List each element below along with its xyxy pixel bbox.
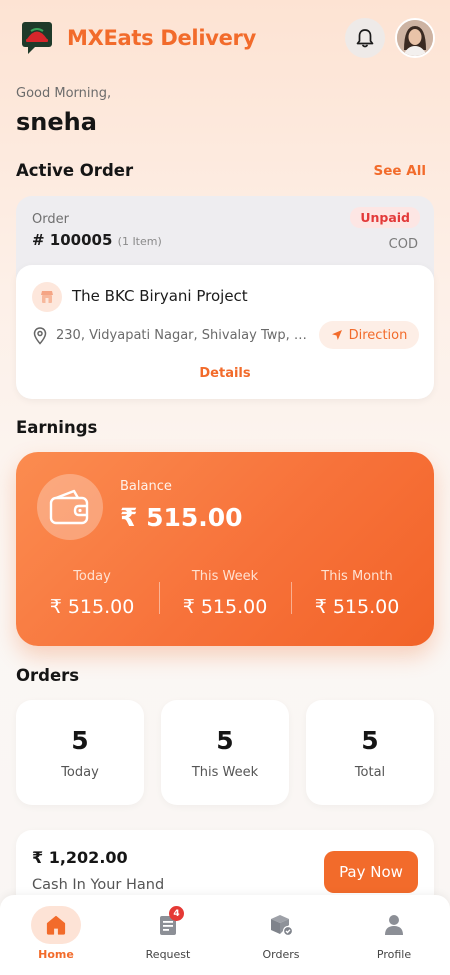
earnings-month: This Month ₹ 515.00 (292, 569, 422, 618)
earnings-today: Today ₹ 515.00 (27, 569, 157, 618)
location-pin-icon (33, 327, 47, 349)
orders-week-card[interactable]: 5 This Week (161, 700, 289, 805)
orders-box-icon (256, 906, 306, 944)
payment-method: COD (388, 237, 418, 252)
earnings-today-label: Today (73, 569, 111, 584)
balance-label: Balance (120, 479, 172, 494)
active-order-title: Active Order (16, 161, 134, 180)
cash-label: Cash In Your Hand (32, 877, 165, 893)
direction-button[interactable]: Direction (319, 321, 419, 349)
earnings-week: This Week ₹ 515.00 (160, 569, 290, 618)
earnings-title: Earnings (16, 418, 98, 437)
nav-orders[interactable]: Orders (225, 895, 337, 975)
balance-value: ₹ 515.00 (120, 503, 243, 532)
earnings-card: Balance ₹ 515.00 Today ₹ 515.00 This Wee… (16, 452, 434, 646)
nav-profile[interactable]: Profile (338, 895, 450, 975)
wallet-icon (37, 474, 103, 540)
order-details-panel: The BKC Biryani Project 230, Vidyapati N… (16, 265, 434, 399)
orders-title: Orders (16, 666, 80, 685)
nav-request[interactable]: 4 Request (112, 895, 224, 975)
orders-total-card[interactable]: 5 Total (306, 700, 434, 805)
nav-home-label: Home (38, 948, 74, 961)
orders-today-count: 5 (71, 726, 89, 755)
orders-week-count: 5 (216, 726, 234, 755)
payment-status-badge: Unpaid (350, 207, 420, 228)
orders-today-label: Today (61, 765, 99, 780)
navigation-arrow-icon (331, 330, 342, 340)
app-title: MXEats Delivery (67, 26, 257, 50)
pay-now-button[interactable]: Pay Now (324, 851, 418, 893)
order-number: # 100005 (1 Item) (32, 231, 162, 249)
orders-total-count: 5 (361, 726, 379, 755)
nav-orders-label: Orders (262, 948, 300, 961)
order-label: Order (32, 212, 69, 227)
orders-total-label: Total (354, 765, 386, 780)
nav-home[interactable]: Home (0, 895, 112, 975)
user-name: sneha (16, 108, 97, 136)
store-icon (32, 282, 62, 312)
nav-request-label: Request (145, 948, 191, 961)
direction-label: Direction (348, 327, 408, 343)
earnings-week-label: This Week (191, 569, 259, 584)
earnings-today-value: ₹ 515.00 (49, 596, 135, 618)
bell-icon (356, 29, 374, 48)
earnings-month-value: ₹ 515.00 (314, 596, 400, 618)
restaurant-logo-icon (22, 22, 52, 54)
bottom-navigation: Home 4 Request Orders Profile (0, 895, 450, 975)
restaurant-name: The BKC Biryani Project (72, 287, 248, 305)
earnings-week-value: ₹ 515.00 (182, 596, 268, 618)
order-item-count: (1 Item) (117, 235, 162, 248)
request-icon: 4 (143, 906, 193, 944)
active-order-card[interactable]: Order # 100005 (1 Item) Unpaid COD The B… (16, 196, 434, 399)
details-link[interactable]: Details (16, 366, 434, 381)
earnings-month-label: This Month (321, 569, 393, 584)
delivery-address: 230, Vidyapati Nagar, Shivalay Twp, Ujja… (56, 328, 312, 343)
avatar[interactable] (395, 18, 435, 58)
see-all-link[interactable]: See All (374, 163, 426, 179)
app-header: MXEats Delivery (0, 18, 450, 60)
cash-amount: ₹ 1,202.00 (32, 848, 128, 867)
orders-week-label: This Week (191, 765, 259, 780)
orders-today-card[interactable]: 5 Today (16, 700, 144, 805)
greeting-text: Good Morning, (16, 86, 112, 101)
profile-icon (369, 906, 419, 944)
order-number-value: # 100005 (32, 231, 113, 249)
notification-button[interactable] (345, 18, 385, 58)
request-badge: 4 (169, 906, 184, 921)
home-icon (31, 906, 81, 944)
nav-profile-label: Profile (376, 948, 412, 961)
